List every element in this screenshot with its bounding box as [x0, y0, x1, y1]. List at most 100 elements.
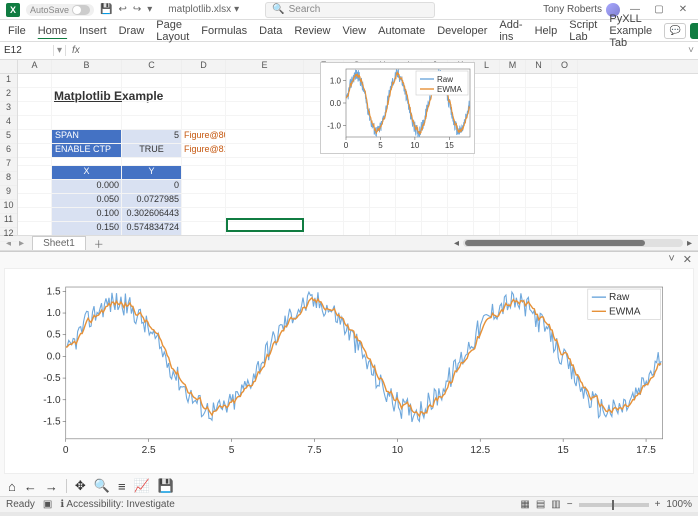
row-header[interactable]: 3: [0, 102, 17, 116]
tab-developer[interactable]: Developer: [437, 25, 487, 37]
pane-close-icon[interactable]: ✕: [683, 253, 692, 266]
pane-dropdown-icon[interactable]: ˅: [668, 253, 674, 265]
name-box[interactable]: E12: [0, 45, 54, 56]
autosave-toggle[interactable]: AutoSave: [26, 4, 94, 16]
fx-icon[interactable]: fx: [66, 45, 86, 56]
row-header[interactable]: 2: [0, 88, 17, 102]
share-button[interactable]: ▸: [690, 23, 698, 39]
zoom-in-icon[interactable]: +: [655, 499, 661, 510]
ribbon-tabs: File Home Insert Draw Page Layout Formul…: [0, 20, 698, 42]
tab-draw[interactable]: Draw: [119, 25, 145, 37]
cell-y[interactable]: 0.0727985: [122, 194, 182, 208]
row-header[interactable]: 10: [0, 200, 17, 214]
add-sheet-button[interactable]: ＋: [94, 236, 104, 251]
worksheet-grid[interactable]: 1 2 3 4 5 6 7 8 9 10 11 12 A B C D E F G…: [0, 60, 698, 235]
forward-icon[interactable]: →: [45, 479, 58, 494]
col-header[interactable]: L: [474, 60, 500, 73]
row-header[interactable]: 6: [0, 144, 17, 158]
tab-formulas[interactable]: Formulas: [201, 25, 247, 37]
close-button[interactable]: ✕: [674, 4, 692, 15]
save-figure-icon[interactable]: 💾: [158, 478, 174, 494]
cell-y[interactable]: 0.302606443: [122, 208, 182, 222]
tab-file[interactable]: File: [8, 25, 26, 37]
tab-view[interactable]: View: [342, 25, 366, 37]
cell-y[interactable]: 0: [122, 180, 182, 194]
view-page-icon[interactable]: ▤: [536, 499, 545, 510]
save-icon[interactable]: 💾: [100, 4, 112, 15]
col-header[interactable]: C: [122, 60, 182, 73]
col-header[interactable]: M: [500, 60, 526, 73]
cell-span-label[interactable]: SPAN: [52, 130, 122, 144]
row-header[interactable]: 1: [0, 74, 17, 88]
toggle-off-icon[interactable]: [72, 5, 90, 15]
axis-icon[interactable]: 📈: [134, 478, 150, 494]
row-header[interactable]: 8: [0, 172, 17, 186]
search-box[interactable]: 🔍 Search: [265, 2, 435, 18]
cell-x-header[interactable]: X: [52, 166, 122, 180]
tab-help[interactable]: Help: [535, 25, 558, 37]
col-header[interactable]: B: [52, 60, 122, 73]
redo-icon[interactable]: ↪: [133, 4, 141, 15]
embedded-chart[interactable]: -1.00.01.0051015RawEWMA: [320, 62, 475, 154]
tab-home[interactable]: Home: [38, 25, 67, 37]
zoom-icon[interactable]: 🔍: [94, 478, 110, 494]
col-header[interactable]: A: [18, 60, 52, 73]
tab-script-lab[interactable]: Script Lab: [569, 19, 597, 43]
tab-pyxll[interactable]: PyXLL Example Tab: [609, 13, 652, 49]
qat-dropdown-icon[interactable]: ▾: [147, 4, 152, 15]
cell-x[interactable]: 0.050: [52, 194, 122, 208]
subplots-icon[interactable]: ≡: [118, 479, 126, 494]
col-header[interactable]: O: [552, 60, 578, 73]
sheet-nav-next[interactable]: ▸: [19, 238, 24, 249]
row-header[interactable]: 7: [0, 158, 17, 172]
tab-review[interactable]: Review: [294, 25, 330, 37]
view-break-icon[interactable]: ▥: [551, 499, 560, 510]
formula-expand-icon[interactable]: ˅: [684, 45, 698, 56]
cell-x[interactable]: 0.000: [52, 180, 122, 194]
cell-y-header[interactable]: Y: [122, 166, 182, 180]
home-icon[interactable]: ⌂: [8, 479, 16, 494]
undo-icon[interactable]: ↩: [118, 4, 126, 15]
tab-insert[interactable]: Insert: [79, 25, 107, 37]
comments-button[interactable]: 💬: [664, 23, 686, 39]
matplotlib-figure[interactable]: -1.5-1.0-0.50.00.51.01.502.557.51012.515…: [4, 268, 694, 474]
zoom-level[interactable]: 100%: [666, 499, 692, 510]
chevron-down-icon: ▾: [234, 4, 239, 15]
scroll-left-icon[interactable]: ◂: [454, 238, 459, 249]
col-header[interactable]: E: [226, 60, 304, 73]
cell-span-value[interactable]: 5: [122, 130, 182, 144]
cell-enable-value[interactable]: TRUE: [122, 144, 182, 158]
cell-figure81[interactable]: Figure@81: [182, 144, 226, 158]
cell-x[interactable]: 0.150: [52, 222, 122, 235]
zoom-out-icon[interactable]: −: [567, 499, 573, 510]
zoom-slider[interactable]: [579, 503, 649, 507]
pan-icon[interactable]: ✥: [75, 478, 86, 494]
select-all-triangle[interactable]: [0, 60, 17, 74]
cell-y[interactable]: 0.574834724: [122, 222, 182, 235]
sheet-tab[interactable]: Sheet1: [32, 236, 86, 250]
horizontal-scrollbar[interactable]: [463, 239, 683, 247]
svg-text:7.5: 7.5: [307, 445, 321, 456]
row-header[interactable]: 5: [0, 130, 17, 144]
back-icon[interactable]: ←: [24, 479, 37, 494]
cell-enable-label[interactable]: ENABLE CTP: [52, 144, 122, 158]
cell-figure80[interactable]: Figure@80: [182, 130, 226, 144]
tab-page-layout[interactable]: Page Layout: [156, 19, 189, 43]
row-header[interactable]: 11: [0, 214, 17, 228]
tab-addins[interactable]: Add-ins: [499, 19, 522, 43]
scroll-right-icon[interactable]: ▸: [687, 238, 692, 249]
filename-dropdown[interactable]: matplotlib.xlsx ▾: [168, 4, 239, 15]
macro-record-icon[interactable]: ▣: [43, 499, 52, 510]
view-normal-icon[interactable]: ▦: [520, 499, 529, 510]
col-header[interactable]: D: [182, 60, 226, 73]
tab-data[interactable]: Data: [259, 25, 282, 37]
name-box-dropdown[interactable]: ▾: [54, 45, 66, 56]
tab-automate[interactable]: Automate: [378, 25, 425, 37]
row-header[interactable]: 9: [0, 186, 17, 200]
accessibility-status[interactable]: ℹ Accessibility: Investigate: [60, 499, 174, 510]
cell-x[interactable]: 0.100: [52, 208, 122, 222]
col-header[interactable]: N: [526, 60, 552, 73]
row-header[interactable]: 4: [0, 116, 17, 130]
maximize-button[interactable]: ▢: [650, 4, 668, 15]
row-header[interactable]: 12: [0, 228, 17, 242]
